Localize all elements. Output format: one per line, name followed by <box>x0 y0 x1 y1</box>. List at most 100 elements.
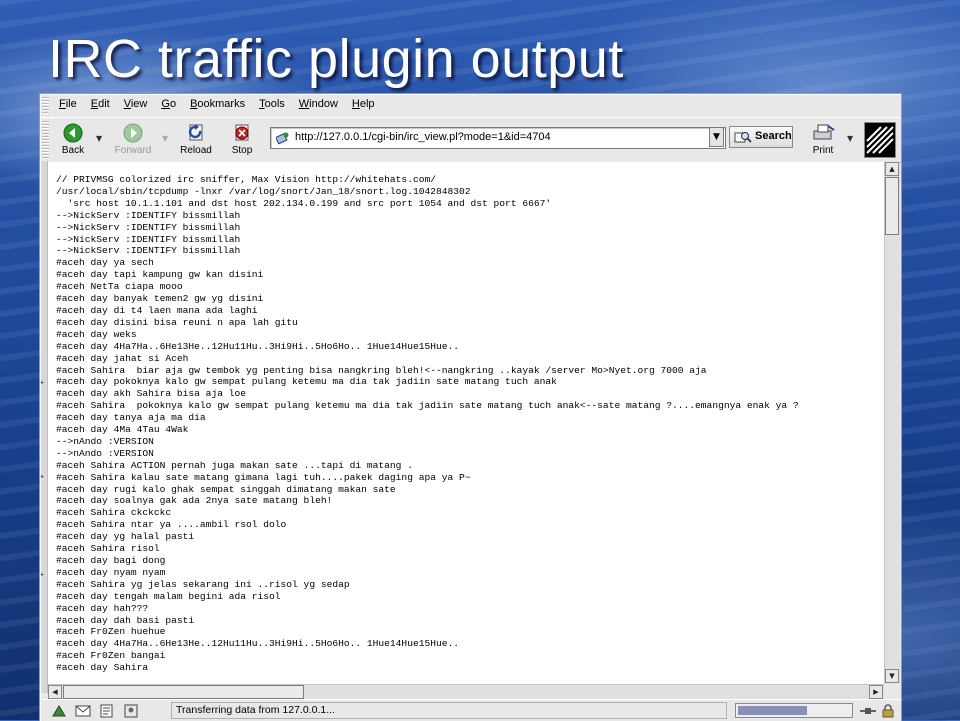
menu-help[interactable]: Help <box>352 98 375 110</box>
navigation-toolbar: Back ▼ Forward ▼ Reload Stop http://127.… <box>41 117 901 163</box>
menu-view[interactable]: View <box>124 98 148 110</box>
horizontal-scroll-thumb[interactable] <box>63 685 304 699</box>
log-line: #aceh day dah basi pasti <box>56 614 195 626</box>
security-lock-icon[interactable] <box>881 704 895 718</box>
toolbar-grip[interactable] <box>42 121 49 159</box>
log-line: #aceh day nyam nyam <box>56 566 166 578</box>
log-line: #aceh day pokoknya kalo gw sempat pulang… <box>56 376 557 388</box>
log-line: -->NickServ :IDENTIFY bissmillah <box>56 245 241 257</box>
sidebar-arrow-icon: ▸ <box>41 379 45 386</box>
log-line: #aceh day banyak temen2 gw yg disini <box>56 293 264 305</box>
reload-icon <box>188 124 203 141</box>
log-line: #aceh Sahira ACTION pernah juga makan sa… <box>56 459 413 471</box>
reload-button[interactable]: Reload <box>174 120 218 160</box>
print-label: Print <box>812 145 834 156</box>
log-line: #aceh day weks <box>56 328 137 340</box>
log-line: #aceh Sahira yg jelas sekarang ini ..ris… <box>56 578 350 590</box>
url-history-dropdown[interactable]: ▼ <box>709 127 724 147</box>
menu-edit[interactable]: Edit <box>91 98 110 110</box>
forward-button[interactable]: Forward <box>111 120 155 160</box>
log-line: #aceh day 4Ma 4Tau 4Wak <box>56 424 189 436</box>
stop-icon <box>235 124 249 141</box>
forward-history-dropdown[interactable]: ▼ <box>162 134 168 143</box>
log-line: #aceh day Sahira <box>56 662 149 674</box>
progress-bar <box>735 703 853 718</box>
slide-title: IRC traffic plugin output <box>48 29 624 89</box>
log-line: #aceh day tapi kampung gw kan disini <box>56 269 264 281</box>
browser-window: File Edit View Go Bookmarks Tools Window Help B… <box>40 94 901 721</box>
navigator-icon[interactable] <box>51 704 67 718</box>
status-bar: Transferring data from 127.0.0.1... <box>41 699 901 721</box>
print-dropdown[interactable]: ▼ <box>847 134 853 143</box>
search-label: Search <box>755 130 792 142</box>
horizontal-scrollbar[interactable]: ◀ ▶ <box>48 684 884 700</box>
vertical-scroll-thumb[interactable] <box>885 177 899 235</box>
log-line: #aceh day tanya aja ma dia <box>56 412 206 424</box>
scroll-left-button[interactable]: ◀ <box>48 685 62 699</box>
status-text: Transferring data from 127.0.0.1... <box>171 702 727 719</box>
search-icon <box>734 132 752 143</box>
log-line: #aceh Sahira risol <box>56 543 160 555</box>
menu-file[interactable]: File <box>59 98 77 110</box>
page-content: // PRIVMSG colorized irc sniffer, Max Vi… <box>48 162 884 684</box>
mail-icon[interactable] <box>75 704 91 718</box>
search-button[interactable]: Search <box>729 126 793 148</box>
log-line: #aceh day di t4 laen mana ada laghi <box>56 304 258 316</box>
progress-fill <box>738 706 807 715</box>
address-book-icon[interactable] <box>123 704 139 718</box>
sidebar-arrow-icon: ▸ <box>41 571 45 578</box>
menu-bookmarks[interactable]: Bookmarks <box>190 98 245 110</box>
log-line: #aceh Sahira pokoknya kalo gw sempat pul… <box>56 400 799 412</box>
menu-window[interactable]: Window <box>299 98 338 110</box>
log-line: #aceh Sahira ckckckc <box>56 507 172 519</box>
menubar-grip[interactable] <box>42 97 49 115</box>
sidebar-collapse-strip[interactable]: ▸ ▸ ▸ <box>41 161 48 693</box>
log-line: #aceh day ya sech <box>56 257 154 269</box>
printer-icon <box>813 124 835 140</box>
scroll-down-button[interactable]: ▼ <box>885 669 899 683</box>
sidebar-arrow-icon: ▸ <box>41 473 45 480</box>
back-arrow-icon <box>63 123 83 143</box>
log-line: #aceh day disini bisa reuni n apa lah gi… <box>56 316 298 328</box>
url-text: http://127.0.0.1/cgi-bin/irc_view.pl?mod… <box>295 131 551 143</box>
log-line: #aceh day 4Ha7Ha..6He13He..12Hu11Hu..3Hi… <box>56 638 460 650</box>
log-line: #aceh NetTa ciapa mooo <box>56 281 183 293</box>
log-line: -->NickServ :IDENTIFY bissmillah <box>56 233 241 245</box>
stop-button[interactable]: Stop <box>220 120 264 160</box>
menu-go[interactable]: Go <box>161 98 176 110</box>
scroll-right-button[interactable]: ▶ <box>869 685 883 699</box>
forward-label: Forward <box>114 145 152 156</box>
scroll-up-button[interactable]: ▲ <box>885 162 899 176</box>
menu-tools[interactable]: Tools <box>259 98 285 110</box>
vertical-scrollbar[interactable]: ▲ ▼ <box>884 162 900 684</box>
log-line: #aceh day hah??? <box>56 602 149 614</box>
url-input[interactable]: http://127.0.0.1/cgi-bin/irc_view.pl?mod… <box>270 127 726 149</box>
print-button[interactable]: Print <box>801 120 845 160</box>
log-line: #aceh day tengah malam begini ada risol <box>56 590 281 602</box>
log-line: -->nAndo :VERSION <box>56 435 154 447</box>
log-line: #aceh Sahira ntar ya ....ambil rsol dolo <box>56 519 287 531</box>
log-line: 'src host 10.1.1.101 and dst host 202.13… <box>56 197 552 209</box>
back-history-dropdown[interactable]: ▼ <box>96 134 102 143</box>
reload-label: Reload <box>180 145 212 156</box>
online-status-icon[interactable] <box>859 704 877 718</box>
log-line: #aceh Sahira kalau sate matang gimana la… <box>56 471 471 483</box>
page-proxy-icon[interactable] <box>276 131 290 145</box>
back-button[interactable]: Back <box>51 120 95 160</box>
log-line: #aceh day 4Ha7Ha..6He13He..12Hu11Hu..3Hi… <box>56 340 460 352</box>
log-line: #aceh Sahira biar aja gw tembok yg penti… <box>56 364 707 376</box>
log-line: #aceh Fr0Zen bangai <box>56 650 166 662</box>
forward-arrow-icon <box>123 123 143 143</box>
stop-label: Stop <box>231 145 253 156</box>
irc-log-output: // PRIVMSG colorized irc sniffer, Max Vi… <box>56 174 799 674</box>
menu-bar: File Edit View Go Bookmarks Tools Window Help <box>41 95 901 117</box>
log-line: #aceh day akh Sahira bisa aja loe <box>56 388 246 400</box>
log-line: -->NickServ :IDENTIFY bissmillah <box>56 209 241 221</box>
log-line: #aceh Fr0Zen huehue <box>56 626 166 638</box>
throbber-logo-icon[interactable] <box>864 122 896 158</box>
back-label: Back <box>61 145 85 156</box>
composer-icon[interactable] <box>99 704 115 718</box>
log-line: #aceh day jahat si Aceh <box>56 352 189 364</box>
log-line: // PRIVMSG colorized irc sniffer, Max Vi… <box>56 174 436 185</box>
log-line: -->nAndo :VERSION <box>56 447 154 459</box>
